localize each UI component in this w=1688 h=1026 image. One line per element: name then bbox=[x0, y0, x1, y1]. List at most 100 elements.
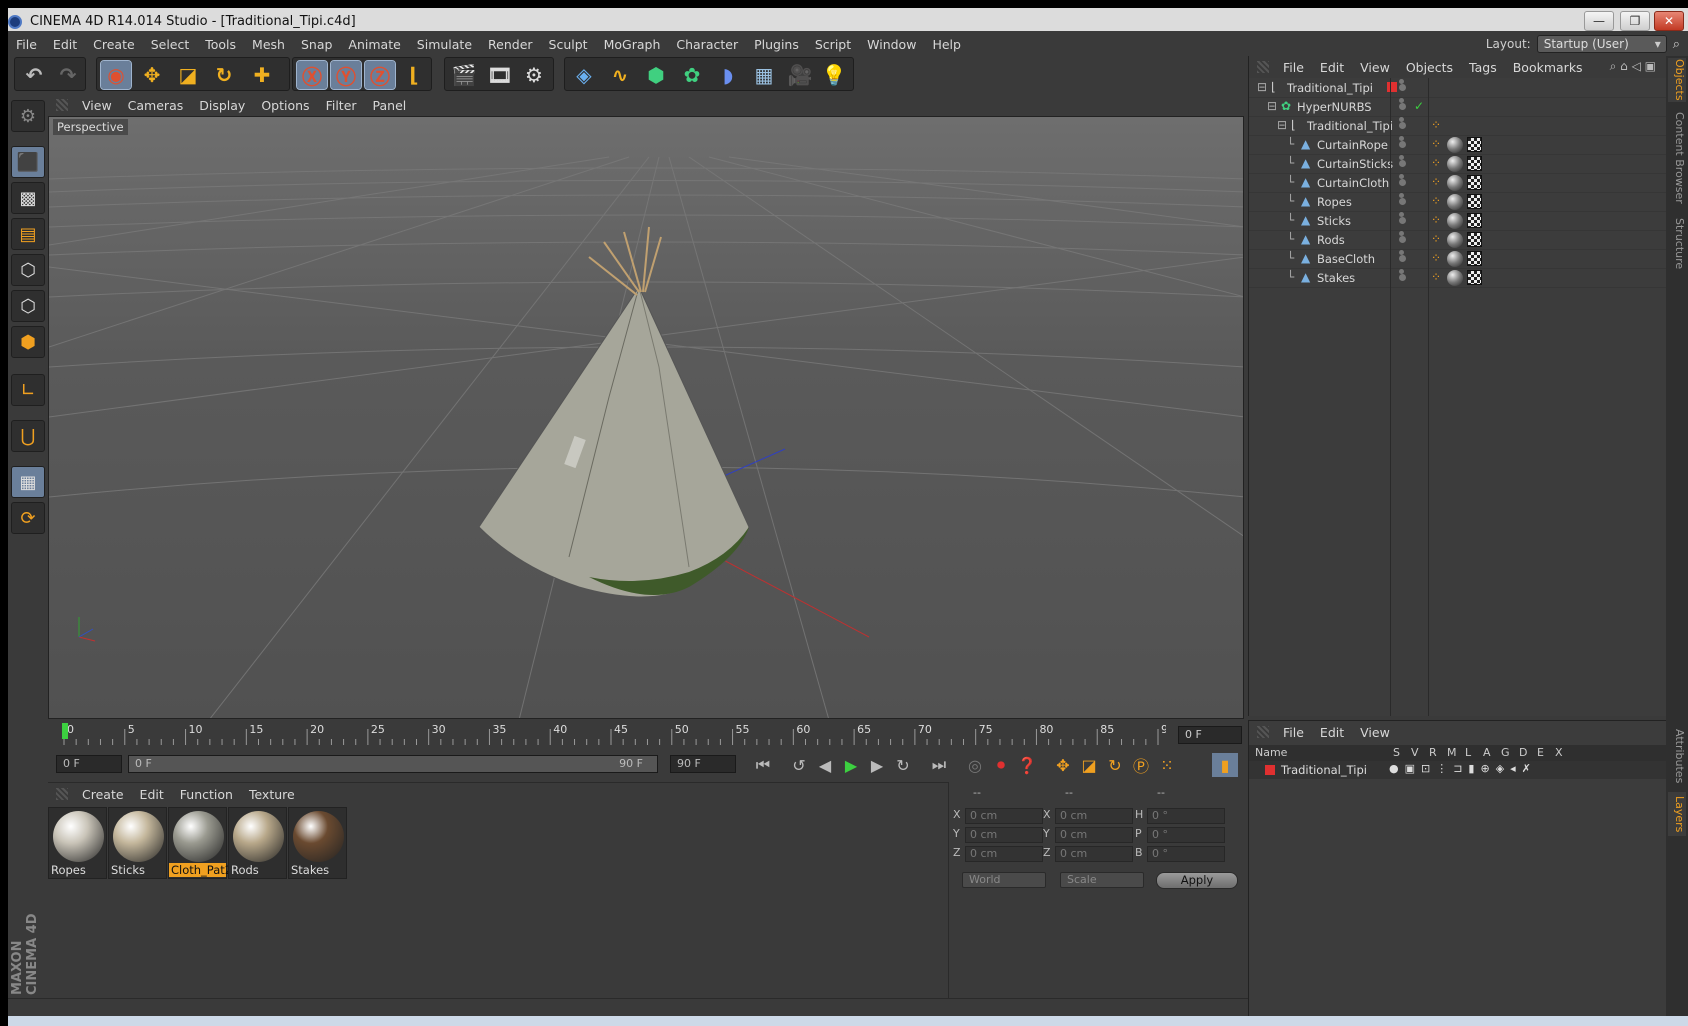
y-axis-icon[interactable]: Ⓨ bbox=[330, 60, 362, 90]
array-icon[interactable]: ✿ bbox=[677, 61, 707, 89]
layer-column-x[interactable]: X bbox=[1555, 746, 1563, 759]
object-row[interactable]: └ ▲ Stakes ⁘ bbox=[1249, 268, 1667, 288]
phong-tag-icon[interactable]: ⁘ bbox=[1431, 214, 1443, 226]
texture-tag-icon[interactable] bbox=[1447, 137, 1463, 153]
axis-mode-icon[interactable]: ∟ bbox=[11, 374, 45, 406]
layer-column-a[interactable]: A bbox=[1483, 746, 1491, 759]
layer-column-r[interactable]: R bbox=[1429, 746, 1437, 759]
autokey-icon[interactable]: ⏺ bbox=[988, 753, 1014, 777]
viewport-menu-options[interactable]: Options bbox=[253, 98, 317, 113]
go-to-end-icon[interactable]: ⏭ bbox=[926, 753, 952, 777]
model-mode-icon[interactable]: ⬛ bbox=[11, 146, 45, 178]
layer-color-swatch[interactable] bbox=[1265, 765, 1275, 775]
menu-help[interactable]: Help bbox=[924, 37, 969, 52]
live-selection-icon[interactable]: ◉ bbox=[100, 60, 132, 90]
preview-range-slider[interactable]: 0 F 90 F bbox=[128, 755, 658, 773]
uvw-tag-icon[interactable] bbox=[1467, 270, 1482, 285]
material-swatch[interactable]: Rods bbox=[228, 807, 287, 879]
scene-floor-icon[interactable]: ▦ bbox=[749, 61, 779, 89]
object-row[interactable]: ⊟ ⌊ Traditional_Tipi bbox=[1249, 78, 1667, 98]
editor-visibility-dot[interactable] bbox=[1399, 122, 1406, 129]
texture-tag-icon[interactable] bbox=[1447, 213, 1463, 229]
object-menu-file[interactable]: File bbox=[1275, 60, 1312, 75]
expand-toggle-icon[interactable]: └ bbox=[1287, 195, 1299, 207]
object-menu-objects[interactable]: Objects bbox=[1398, 60, 1461, 75]
polygons-mode-icon[interactable]: ⬢ bbox=[11, 326, 45, 358]
coord-value-field[interactable]: 0 cm bbox=[1055, 808, 1133, 824]
object-toolbar-icons[interactable]: ⌕ ⌂ ◁ ▣ bbox=[1610, 59, 1656, 74]
uvw-tag-icon[interactable] bbox=[1467, 175, 1482, 190]
start-frame-field[interactable]: 0 F bbox=[56, 755, 122, 773]
expand-toggle-icon[interactable]: └ bbox=[1287, 214, 1299, 226]
object-row[interactable]: └ ▲ CurtainSticks ⁘ bbox=[1249, 154, 1667, 174]
texture-tag-icon[interactable] bbox=[1447, 232, 1463, 248]
tags-column-divider[interactable] bbox=[1428, 78, 1429, 716]
coordinate-mode-dropdown[interactable]: Scale bbox=[1060, 872, 1144, 888]
phong-tag-icon[interactable]: ⁘ bbox=[1431, 233, 1443, 245]
coord-value-field[interactable]: 0 cm bbox=[965, 808, 1043, 824]
apply-button[interactable]: Apply bbox=[1156, 872, 1238, 889]
material-swatch[interactable]: Cloth_Pat2 bbox=[168, 807, 232, 879]
render-visibility-dot[interactable] bbox=[1399, 136, 1404, 141]
uvw-tag-icon[interactable] bbox=[1467, 213, 1482, 228]
close-button[interactable]: ✕ bbox=[1654, 11, 1684, 31]
object-row[interactable]: ⊟ ⌊ Traditional_Tipi ⁘ bbox=[1249, 116, 1667, 136]
tab-structure[interactable]: Structure bbox=[1668, 214, 1686, 274]
record-active-icon[interactable]: ◎ bbox=[962, 753, 988, 777]
layer-column-d[interactable]: D bbox=[1519, 746, 1527, 759]
expand-toggle-icon[interactable]: └ bbox=[1287, 176, 1299, 188]
phong-tag-icon[interactable]: ⁘ bbox=[1431, 176, 1443, 188]
editor-visibility-dot[interactable] bbox=[1399, 217, 1406, 224]
panel-grip[interactable] bbox=[56, 788, 68, 800]
texture-tag-icon[interactable] bbox=[1447, 251, 1463, 267]
next-key-icon[interactable]: ↻ bbox=[890, 753, 916, 777]
key-pla-icon[interactable]: ⁙ bbox=[1154, 753, 1180, 777]
viewport-menu-cameras[interactable]: Cameras bbox=[120, 98, 192, 113]
object-row[interactable]: └ ▲ Sticks ⁘ bbox=[1249, 211, 1667, 231]
cube-icon[interactable]: ◈ bbox=[569, 61, 599, 89]
render-visibility-dot[interactable] bbox=[1399, 174, 1404, 179]
camera-icon[interactable]: 🎥 bbox=[785, 61, 815, 89]
editor-visibility-dot[interactable] bbox=[1399, 255, 1406, 262]
key-position-icon[interactable]: ✥ bbox=[1050, 753, 1076, 777]
coordinate-system-icon[interactable]: ⌊ bbox=[399, 61, 429, 89]
viewport-menu-view[interactable]: View bbox=[74, 98, 120, 113]
object-row[interactable]: └ ▲ CurtainCloth ⁘ bbox=[1249, 173, 1667, 193]
material-menu-create[interactable]: Create bbox=[74, 787, 132, 802]
render-visibility-dot[interactable] bbox=[1399, 212, 1404, 217]
undo-icon[interactable]: ↶ bbox=[19, 61, 49, 89]
tab-attributes[interactable]: Attributes bbox=[1668, 724, 1686, 788]
object-row[interactable]: ⊟ ✿ HyperNURBS ✓ bbox=[1249, 97, 1667, 117]
material-menu-edit[interactable]: Edit bbox=[132, 787, 172, 802]
render-visibility-dot[interactable] bbox=[1399, 250, 1404, 255]
material-swatch[interactable]: Sticks bbox=[108, 807, 167, 879]
render-visibility-dot[interactable] bbox=[1399, 231, 1404, 236]
viewport-menu-panel[interactable]: Panel bbox=[365, 98, 415, 113]
viewport-camera-label[interactable]: Perspective bbox=[53, 119, 128, 135]
menu-script[interactable]: Script bbox=[807, 37, 859, 52]
phong-tag-icon[interactable]: ⁘ bbox=[1431, 119, 1443, 131]
uvw-tag-icon[interactable] bbox=[1467, 232, 1482, 247]
texture-tag-icon[interactable] bbox=[1447, 194, 1463, 210]
expand-toggle-icon[interactable]: └ bbox=[1287, 271, 1299, 283]
object-menu-edit[interactable]: Edit bbox=[1312, 60, 1352, 75]
object-menu-view[interactable]: View bbox=[1352, 60, 1398, 75]
render-visibility-dot[interactable] bbox=[1399, 117, 1404, 122]
menu-edit[interactable]: Edit bbox=[45, 37, 85, 52]
key-rotation-icon[interactable]: ↻ bbox=[1102, 753, 1128, 777]
coord-value-field[interactable]: 0 cm bbox=[1055, 846, 1133, 862]
edges-mode-icon[interactable]: ⬡ bbox=[11, 290, 45, 322]
object-column-divider[interactable] bbox=[1390, 78, 1391, 716]
keyframe-selection-icon[interactable]: ❓ bbox=[1014, 753, 1040, 777]
render-settings-icon[interactable]: ⚙ bbox=[519, 61, 549, 89]
editor-visibility-dot[interactable] bbox=[1399, 103, 1406, 110]
phong-tag-icon[interactable]: ⁘ bbox=[1431, 157, 1443, 169]
menu-character[interactable]: Character bbox=[668, 37, 746, 52]
previous-key-icon[interactable]: ↺ bbox=[786, 753, 812, 777]
texture-tag-icon[interactable] bbox=[1447, 270, 1463, 286]
object-row[interactable]: └ ▲ Ropes ⁘ bbox=[1249, 192, 1667, 212]
editor-visibility-dot[interactable] bbox=[1399, 179, 1406, 186]
material-swatch[interactable]: Stakes bbox=[288, 807, 347, 879]
layer-color-tag[interactable] bbox=[1387, 82, 1397, 92]
workplane-mode-icon[interactable]: ▤ bbox=[11, 218, 45, 250]
